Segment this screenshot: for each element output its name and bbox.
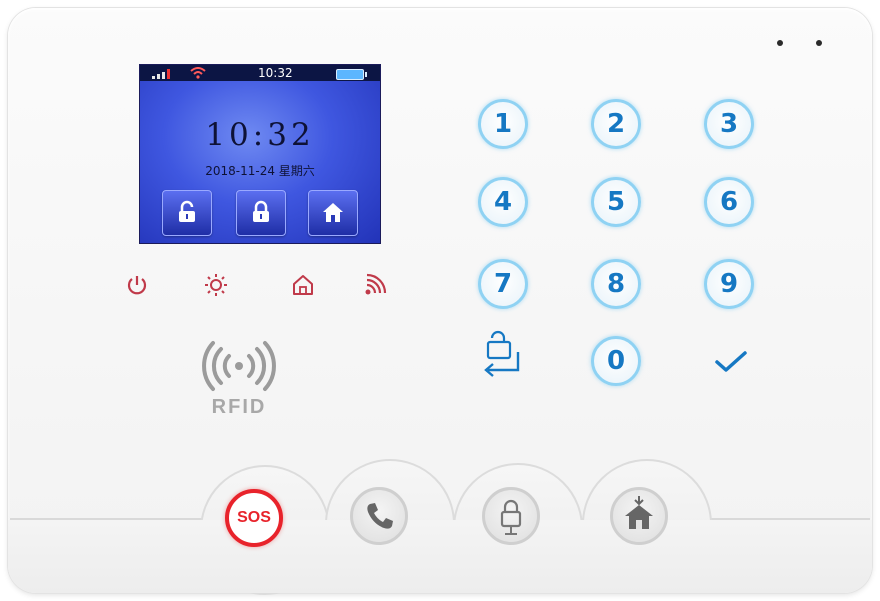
rfid-label: RFID	[211, 396, 267, 418]
status-time: 10:32	[258, 66, 293, 80]
key-label: 3	[719, 109, 739, 139]
padlock-arm-icon	[500, 499, 522, 535]
key-label: 7	[493, 269, 513, 299]
key-label: 4	[493, 187, 513, 217]
wifi-icon	[190, 67, 206, 79]
key-3[interactable]: 3	[704, 99, 754, 149]
screen-arm-button[interactable]	[236, 190, 286, 236]
clock-display: 10:32	[205, 117, 315, 153]
key-label: 8	[606, 269, 626, 299]
screen-home-arm-button[interactable]	[308, 190, 358, 236]
unlocked-padlock-icon	[179, 200, 195, 222]
battery-icon	[336, 69, 367, 80]
phone-icon	[367, 503, 393, 529]
signal-icon	[365, 273, 387, 295]
home-arm-button[interactable]	[610, 487, 668, 545]
key-0[interactable]: 0	[591, 336, 641, 386]
home-icon	[323, 203, 343, 222]
home-arm-icon	[625, 496, 653, 529]
key-1[interactable]: 1	[478, 99, 528, 149]
rfid-wave-icon	[202, 341, 276, 391]
lock-switch-icon[interactable]	[478, 330, 524, 386]
key-label: 5	[606, 187, 626, 217]
checkmark-icon[interactable]	[714, 350, 748, 374]
sun-icon	[205, 274, 227, 296]
lcd-screen: 10:32 10:32 2018-11-24 星期六	[139, 64, 381, 244]
power-icon	[127, 276, 147, 295]
key-label: 2	[606, 109, 626, 139]
key-9[interactable]: 9	[704, 259, 754, 309]
date-display: 2018-11-24 星期六	[205, 164, 315, 178]
sos-button[interactable]: SOS	[225, 489, 283, 547]
key-7[interactable]: 7	[478, 259, 528, 309]
house-icon	[293, 275, 313, 295]
call-button[interactable]	[350, 487, 408, 545]
sensor-dot-right	[816, 40, 822, 46]
locked-padlock-icon	[253, 200, 269, 222]
key-6[interactable]: 6	[704, 177, 754, 227]
key-label: 0	[606, 346, 626, 376]
key-label: 9	[719, 269, 739, 299]
status-bar: 10:32	[140, 65, 380, 81]
bottom-strip	[8, 520, 872, 593]
signal-strength-icon	[152, 69, 172, 79]
key-8[interactable]: 8	[591, 259, 641, 309]
sensor-dot-left	[777, 40, 783, 46]
key-label: 6	[719, 187, 739, 217]
key-label: 1	[493, 109, 513, 139]
key-4[interactable]: 4	[478, 177, 528, 227]
arm-button[interactable]	[482, 487, 540, 545]
screen-disarm-button[interactable]	[162, 190, 212, 236]
key-5[interactable]: 5	[591, 177, 641, 227]
key-2[interactable]: 2	[591, 99, 641, 149]
